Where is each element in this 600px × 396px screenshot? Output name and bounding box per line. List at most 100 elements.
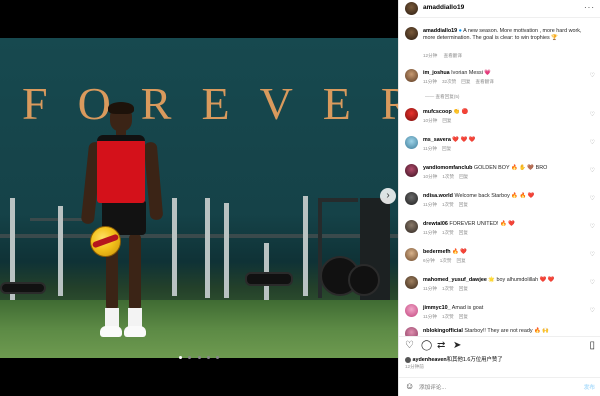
reply-link[interactable]: 回复 xyxy=(461,79,470,84)
reply-link[interactable]: 回复 xyxy=(442,118,451,123)
heart-icon[interactable]: ♡ xyxy=(590,251,595,258)
comment-row: jimmyc10_ Amad is goat 11分钟 1次赞 回复 ♡ xyxy=(399,304,600,328)
comment-row: ndisa.world Welcome back Starboy 🔥 🔥 ❤️ … xyxy=(399,192,600,216)
author-avatar[interactable] xyxy=(405,2,418,15)
commenter-avatar[interactable] xyxy=(405,108,418,121)
view-replies-link[interactable]: —— 查看回复(5) xyxy=(425,94,459,100)
caption-username[interactable]: amaddiallo19 xyxy=(423,28,457,34)
view-replies-label: 查看回复(5) xyxy=(435,94,460,99)
commenter-username[interactable]: nblokingofficial xyxy=(423,328,463,334)
commenter-username[interactable]: mufcscoop xyxy=(423,109,452,115)
caption-meta: 12分钟 查看翻译 xyxy=(423,53,467,59)
comment-body: mufcscoop 👏 🔴 xyxy=(423,109,583,116)
commenter-username[interactable]: yandiomomfanclub xyxy=(423,165,472,171)
commenter-avatar[interactable] xyxy=(405,192,418,205)
heart-icon[interactable]: ♡ xyxy=(590,279,595,286)
commenter-avatar[interactable] xyxy=(405,276,418,289)
comment-likes[interactable]: 1次赞 xyxy=(442,174,454,179)
reply-link[interactable]: 回复 xyxy=(457,258,466,263)
comment-likes[interactable]: 1次赞 xyxy=(442,202,454,207)
comment-text: 👏 🔴 xyxy=(453,109,469,115)
commenter-username[interactable]: ndisa.world xyxy=(423,193,453,199)
comment-likes[interactable]: 1次赞 xyxy=(440,258,452,263)
reply-link[interactable]: 回复 xyxy=(442,146,451,151)
carousel-dot[interactable] xyxy=(206,356,210,359)
reply-link[interactable]: 回复 xyxy=(459,230,468,235)
comment-time: 11分钟 xyxy=(423,314,437,319)
reply-link[interactable]: 回复 xyxy=(459,314,468,319)
comment-time: 11分钟 xyxy=(423,286,437,291)
commenter-username[interactable]: bedermefh xyxy=(423,249,451,255)
heart-icon[interactable]: ♡ xyxy=(405,340,414,351)
comment-body: ms_savera ❤️ ❤️ ❤️ xyxy=(423,137,583,144)
comment-row: yandiomomfanclub GOLDEN BOY 🔥 ✋ 🤎 BRO 10… xyxy=(399,164,600,188)
commenter-avatar[interactable] xyxy=(405,248,418,261)
heart-icon[interactable]: ♡ xyxy=(590,195,595,202)
heart-icon[interactable]: ♡ xyxy=(590,223,595,230)
commenter-username[interactable]: im_joshua xyxy=(423,70,450,76)
commenter-avatar[interactable] xyxy=(405,136,418,149)
repost-icon[interactable]: ⇄ xyxy=(437,340,445,351)
next-slide-button[interactable]: › xyxy=(380,188,396,204)
carousel-dot[interactable] xyxy=(188,356,192,359)
carousel-dot[interactable] xyxy=(216,356,220,359)
comment-time: 11分钟 xyxy=(423,79,437,84)
commenter-avatar[interactable] xyxy=(405,327,418,336)
commenter-avatar[interactable] xyxy=(405,220,418,233)
carousel-dot[interactable] xyxy=(197,356,201,359)
comment-time: 10分钟 xyxy=(423,174,438,179)
author-avatar[interactable] xyxy=(405,27,418,40)
reply-link[interactable]: 回复 xyxy=(459,286,468,291)
commenter-username[interactable]: drewtal06 xyxy=(423,221,448,227)
player-arm xyxy=(143,141,164,221)
comment-row: im_joshua Ivorian Messi 💗 11分钟 32次赞 回复 查看翻译… xyxy=(399,69,600,105)
comment-text: Starboy!! They are not ready 🔥 🙌 xyxy=(464,328,549,334)
comment-row: mahomed_yusuf_dawjee 🌟 boy alhumdolillah… xyxy=(399,276,600,300)
send-icon[interactable]: ➤ xyxy=(453,340,461,351)
post-photo[interactable]: FOREVER xyxy=(0,38,398,358)
likes-summary[interactable]: aydenheaven和其他1.6万位用户赞了 xyxy=(405,355,503,363)
commenter-username[interactable]: ms_savera xyxy=(423,137,451,143)
commenter-avatar[interactable] xyxy=(405,304,418,317)
carousel-dot[interactable] xyxy=(178,356,182,359)
more-options-icon[interactable]: ··· xyxy=(584,3,595,12)
heart-icon[interactable]: ♡ xyxy=(590,111,595,118)
see-translation-link[interactable]: 查看翻译 xyxy=(444,53,462,58)
comment-meta: 11分钟 回复 xyxy=(423,146,456,152)
heart-icon[interactable]: ♡ xyxy=(590,307,595,314)
commenter-avatar[interactable] xyxy=(405,69,418,82)
comment-composer: ☺ 发布 xyxy=(399,377,600,396)
emoji-icon[interactable]: ☺ xyxy=(405,381,414,391)
comment-text: GOLDEN BOY 🔥 ✋ 🤎 BRO xyxy=(473,165,548,171)
comment-likes[interactable]: 1次赞 xyxy=(442,286,454,291)
comment-meta: 10分钟 1次赞 回复 xyxy=(423,174,473,180)
weight-plate xyxy=(245,272,293,286)
comment-text: Ivorian Messi 💗 xyxy=(451,70,492,76)
comment-likes[interactable]: 1次赞 xyxy=(442,230,454,235)
player-hair xyxy=(108,102,134,114)
rack-post xyxy=(205,198,210,298)
comment-text: Amad is goat xyxy=(451,305,484,311)
heart-icon[interactable]: ♡ xyxy=(590,72,595,79)
heart-icon[interactable]: ♡ xyxy=(590,139,595,146)
bookmark-icon[interactable]: ▯ xyxy=(589,340,595,351)
post-comment-button[interactable]: 发布 xyxy=(584,383,595,391)
comment-likes[interactable]: 32次赞 xyxy=(442,79,456,84)
comment-meta: 11分钟 1次赞 回复 xyxy=(423,230,473,236)
heart-icon[interactable]: ♡ xyxy=(590,167,595,174)
comment-icon[interactable]: ◯ xyxy=(421,340,432,351)
commenter-username[interactable]: jimmyc10_ xyxy=(423,305,451,311)
comment-likes[interactable]: 1次赞 xyxy=(442,314,454,319)
comment-meta: 10分钟 回复 xyxy=(423,118,457,124)
comment-input[interactable] xyxy=(419,382,559,393)
reply-link[interactable]: 回复 xyxy=(459,174,468,179)
post-side-panel: amaddiallo19 ··· amaddiallo19 ● A new se… xyxy=(398,0,600,396)
comments-list[interactable]: amaddiallo19 ● A new season. More motiva… xyxy=(399,19,600,336)
comment-body: mahomed_yusuf_dawjee 🌟 boy alhumdolillah… xyxy=(423,277,583,284)
liker-username[interactable]: aydenheaven xyxy=(413,357,447,363)
commenter-username[interactable]: mahomed_yusuf_dawjee xyxy=(423,277,487,283)
commenter-avatar[interactable] xyxy=(405,164,418,177)
see-translation-link[interactable]: 查看翻译 xyxy=(475,79,493,84)
author-username[interactable]: amaddiallo19 xyxy=(423,4,464,11)
reply-link[interactable]: 回复 xyxy=(459,202,468,207)
